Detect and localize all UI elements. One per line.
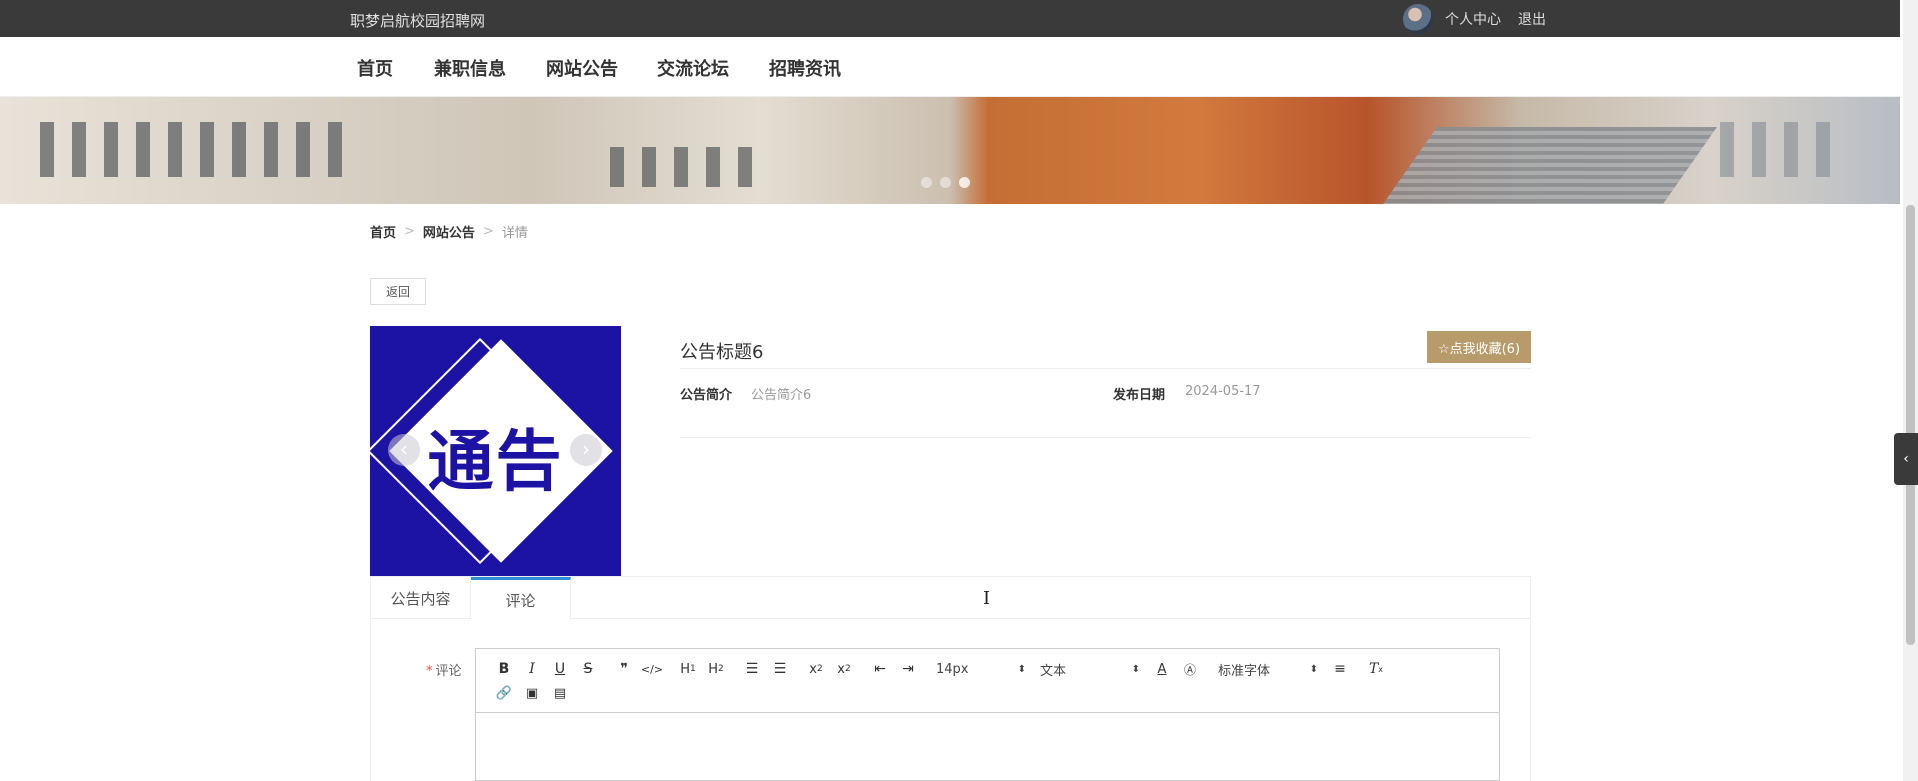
text-cursor-icon: I xyxy=(983,588,991,609)
carousel-dot[interactable] xyxy=(921,177,932,188)
select-arrow-icon: ⬍ xyxy=(1309,663,1318,675)
italic-icon[interactable]: I xyxy=(518,657,546,681)
bullet-list-icon[interactable]: ☰ xyxy=(766,657,794,681)
favorite-button[interactable]: ☆点我收藏(6) xyxy=(1427,331,1531,363)
video-icon[interactable]: ▤ xyxy=(546,681,574,705)
header-2-icon[interactable]: H2 xyxy=(702,657,730,681)
divider xyxy=(680,368,1531,369)
carousel-dots xyxy=(921,177,970,188)
breadcrumb-announcements[interactable]: 网站公告 xyxy=(423,222,475,241)
image-icon[interactable]: ▣ xyxy=(518,681,546,705)
notice-title: 公告标题6 xyxy=(680,342,764,363)
underline-icon[interactable]: U xyxy=(546,657,574,681)
site-name: 职梦启航校园招聘网 xyxy=(350,12,486,30)
breadcrumb-home[interactable]: 首页 xyxy=(370,222,396,241)
select-arrow-icon: ⬍ xyxy=(1131,663,1140,675)
intro-label: 公告简介 xyxy=(680,388,733,403)
rich-text-editor: B I U S ❞ </> H1 H2 ☰ ☰ x2 x2 ⇤ ⇥ 14px ⬍… xyxy=(475,648,1500,781)
breadcrumb-separator: > xyxy=(482,224,494,239)
breadcrumb-separator: > xyxy=(404,224,415,239)
date-label: 发布日期 xyxy=(1113,388,1166,403)
font-size-select[interactable]: 14px ⬍ xyxy=(936,657,1026,681)
image-prev-arrow-icon[interactable]: ‹ xyxy=(388,434,420,466)
tab-content[interactable]: 公告内容 xyxy=(371,577,471,619)
carousel-dot-active[interactable] xyxy=(959,177,970,188)
intro-value: 公告简介6 xyxy=(751,388,812,403)
indent-icon[interactable]: ⇥ xyxy=(894,657,922,681)
select-arrow-icon: ⬍ xyxy=(1017,663,1026,675)
tab-bar: 公告内容 评论 xyxy=(371,577,1530,620)
link-icon[interactable]: 🔗 xyxy=(490,681,518,705)
font-color-icon[interactable]: A xyxy=(1148,657,1176,681)
blockquote-icon[interactable]: ❞ xyxy=(610,657,638,681)
required-mark: * xyxy=(426,664,433,679)
subscript-icon[interactable]: x2 xyxy=(802,657,830,681)
editor-toolbar: B I U S ❞ </> H1 H2 ☰ ☰ x2 x2 ⇤ ⇥ 14px ⬍… xyxy=(476,649,1499,713)
superscript-icon[interactable]: x2 xyxy=(830,657,858,681)
avatar[interactable] xyxy=(1403,4,1433,34)
nav-item-announcements[interactable]: 网站公告 xyxy=(546,55,618,81)
nav-item-home[interactable]: 首页 xyxy=(357,55,393,81)
scrollbar[interactable] xyxy=(1903,0,1918,781)
top-bar: 职梦启航校园招聘网 个人中心 退出 xyxy=(0,0,1900,37)
comment-label: * 评论 xyxy=(426,664,462,679)
banner-carousel[interactable] xyxy=(0,97,1900,204)
back-button[interactable]: 返回 xyxy=(370,278,426,305)
tab-comments[interactable]: 评论 xyxy=(471,577,571,620)
header-1-icon[interactable]: H1 xyxy=(674,657,702,681)
nav-item-recruitment-news[interactable]: 招聘资讯 xyxy=(769,55,841,81)
font-family-select[interactable]: 标准字体 ⬍ xyxy=(1218,657,1318,681)
comment-input[interactable] xyxy=(476,713,1499,781)
scroll-thumb[interactable] xyxy=(1906,205,1915,645)
outdent-icon[interactable]: ⇤ xyxy=(866,657,894,681)
background-color-icon[interactable]: Ⓐ xyxy=(1176,657,1204,681)
header-type-select[interactable]: 文本 ⬍ xyxy=(1040,657,1140,681)
user-area: 个人中心 退出 xyxy=(1403,4,1563,34)
logout-link[interactable]: 退出 xyxy=(1518,9,1546,29)
image-next-arrow-icon[interactable]: › xyxy=(570,434,602,466)
align-icon[interactable]: ≡ xyxy=(1326,657,1354,681)
nav-item-forum[interactable]: 交流论坛 xyxy=(657,55,729,81)
carousel-dot[interactable] xyxy=(940,177,951,188)
code-icon[interactable]: </> xyxy=(638,657,666,681)
breadcrumb-current: 详情 xyxy=(501,226,528,241)
divider xyxy=(680,437,1531,438)
bold-icon[interactable]: B xyxy=(490,657,518,681)
side-panel-toggle-icon[interactable]: ‹ xyxy=(1894,433,1918,485)
user-center-link[interactable]: 个人中心 xyxy=(1445,9,1501,29)
banner-image xyxy=(40,122,342,177)
notice-image: 通告 ‹ › xyxy=(370,326,621,576)
ordered-list-icon[interactable]: ☰ xyxy=(738,657,766,681)
date-value: 2024-05-17 xyxy=(1185,384,1261,399)
clear-format-icon[interactable]: Tx xyxy=(1362,657,1390,681)
main-nav: 首页 兼职信息 网站公告 交流论坛 招聘资讯 xyxy=(0,37,1900,97)
strikethrough-icon[interactable]: S xyxy=(574,657,602,681)
nav-item-part-time[interactable]: 兼职信息 xyxy=(434,55,506,81)
breadcrumb: 首页 > 网站公告 > 详情 xyxy=(370,222,528,241)
